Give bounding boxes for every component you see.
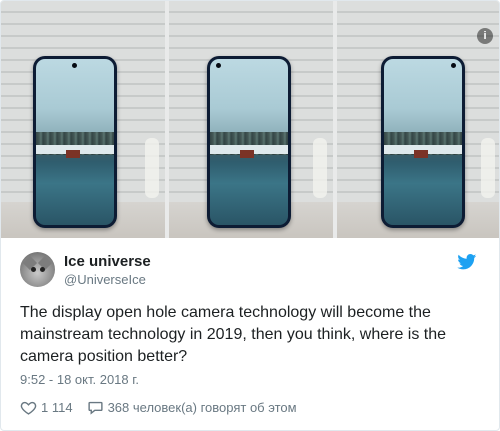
like-button[interactable]: 1 114	[20, 399, 73, 416]
phone-camera-left	[207, 56, 291, 228]
author-display-name[interactable]: Ice universe	[64, 253, 151, 270]
camera-hole-icon	[451, 63, 456, 68]
info-icon[interactable]: i	[477, 28, 493, 44]
heart-icon	[20, 401, 37, 415]
camera-hole-icon	[72, 63, 77, 68]
reply-text: 368 человек(а) говорят об этом	[107, 400, 297, 415]
tweet-text: The display open hole camera technology …	[20, 304, 447, 365]
twitter-bird-icon[interactable]	[457, 254, 477, 270]
embedded-tweet-card[interactable]: i Ice universe @UniverseIce The display …	[0, 0, 500, 431]
author-screen-name[interactable]: @UniverseIce	[64, 272, 146, 287]
phone-camera-right	[381, 56, 465, 228]
phone-camera-center	[33, 56, 117, 228]
speech-bubble-icon	[87, 401, 103, 415]
camera-hole-icon	[216, 63, 221, 68]
like-count: 1 114	[41, 400, 73, 415]
tweet-media-photo[interactable]: i	[1, 1, 499, 238]
tweet-timestamp[interactable]: 9:52 - 18 окт. 2018 г.	[20, 372, 139, 387]
tweet-actions: 1 114 368 человек(а) говорят об этом	[20, 399, 297, 416]
reply-button[interactable]: 368 человек(а) говорят об этом	[87, 399, 297, 416]
avatar[interactable]	[20, 252, 55, 287]
